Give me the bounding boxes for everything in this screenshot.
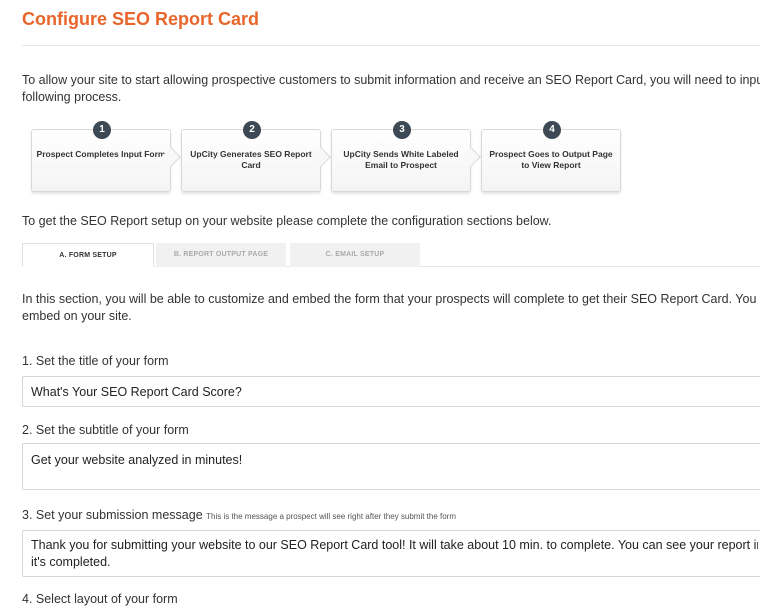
form-subtitle-textarea[interactable]: Get your website analyzed in minutes! (22, 443, 760, 490)
section-description: In this section, you will be able to cus… (22, 291, 760, 325)
intro-line-2: following process. (22, 90, 122, 104)
submission-message-label: 3. Set your submission message This is t… (22, 508, 456, 522)
intro-text: To allow your site to start allowing pro… (22, 72, 760, 106)
submission-message-hint: This is the message a prospect will see … (206, 512, 457, 521)
page-title: Configure SEO Report Card (22, 9, 260, 29)
setup-instructions: To get the SEO Report setup on your webs… (22, 214, 552, 228)
step-badge-1: 1 (93, 121, 111, 139)
form-title-label: 1. Set the title of your form (22, 354, 169, 368)
step-card-3: 3 UpCity Sends White Labeled Email to Pr… (331, 121, 471, 192)
section-line-1: In this section, you will be able to cus… (22, 292, 760, 306)
tab-email-setup[interactable]: C. EMAIL SETUP (290, 243, 420, 267)
step-label-1: Prospect Completes Input Form (36, 149, 166, 159)
form-subtitle-value: Get your website analyzed in minutes! (31, 453, 243, 467)
step-label-3: UpCity Sends White Labeled Email to Pros… (343, 149, 459, 170)
step-card-2: 2 UpCity Generates SEO Report Card (181, 121, 321, 192)
form-title-input[interactable] (22, 376, 760, 407)
form-subtitle-label: 2. Set the subtitle of your form (22, 423, 189, 437)
submission-message-label-text: 3. Set your submission message (22, 508, 203, 522)
step-badge-4: 4 (543, 121, 561, 139)
page: Configure SEO Report Card To allow your … (0, 0, 760, 608)
submission-message-line-2: it's completed. (31, 555, 111, 569)
step-label-4: Prospect Goes to Output Page to View Rep… (489, 149, 613, 170)
form-layout-label: 4. Select layout of your form (22, 592, 178, 606)
section-line-2: embed on your site. (22, 309, 132, 323)
step-badge-3: 3 (393, 121, 411, 139)
tab-form-setup[interactable]: A. FORM SETUP (22, 243, 154, 267)
step-card-1: 1 Prospect Completes Input Form (31, 121, 171, 192)
submission-message-line-1: Thank you for submitting your website to… (31, 538, 758, 552)
intro-line-1: To allow your site to start allowing pro… (22, 73, 760, 87)
step-badge-2: 2 (243, 121, 261, 139)
title-divider (22, 45, 760, 46)
step-card-4: 4 Prospect Goes to Output Page to View R… (481, 121, 621, 192)
submission-message-textarea[interactable]: Thank you for submitting your website to… (22, 530, 760, 577)
tab-report-output-page[interactable]: B. REPORT OUTPUT PAGE (156, 243, 286, 267)
step-label-2: UpCity Generates SEO Report Card (190, 149, 312, 170)
